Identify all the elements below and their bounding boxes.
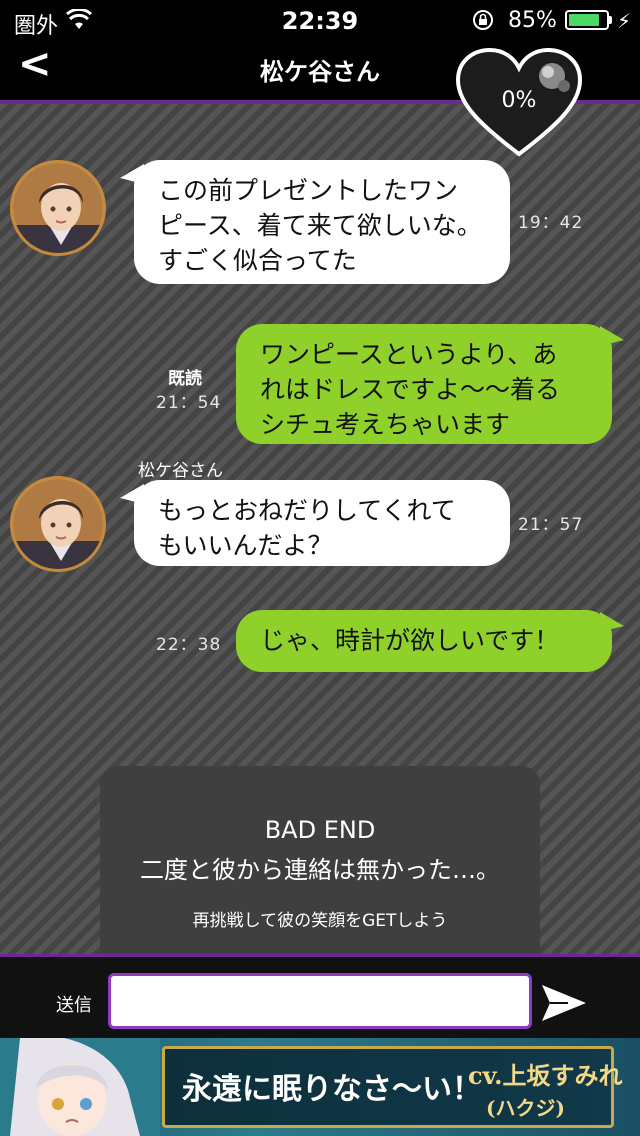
battery-percent: 85% [508, 8, 557, 33]
message-line: すごく似合ってた [158, 247, 357, 275]
avatar-image [13, 479, 103, 569]
send-arrow-icon[interactable] [538, 979, 590, 1027]
charging-icon: ⚡ [617, 9, 632, 33]
message-timestamp: 22：38 [156, 635, 222, 655]
status-bar: 圏外 22:39 85% ⚡ [0, 0, 640, 40]
message-timestamp: 21：57 [518, 515, 584, 535]
send-label: 送信 [56, 995, 92, 1016]
end-message: 二度と彼から連絡は無かった…。 [140, 856, 500, 884]
message-line: れはドレスですよ〜〜着る [260, 376, 561, 404]
rotation-lock-icon [473, 10, 493, 30]
message-line: この前プレゼントしたワン [158, 177, 459, 205]
battery-icon [565, 10, 609, 30]
bubble-tail [600, 612, 624, 632]
end-title: BAD END [264, 816, 376, 844]
message-bubble-outgoing[interactable]: じゃ、時計が欲しいです！ [236, 610, 612, 672]
message-bubble-incoming[interactable]: この前プレゼントしたワン ピース、着て来て欲しいな。 すごく似合ってた [134, 160, 510, 284]
message-input[interactable] [108, 973, 532, 1029]
message-line: ピース、着て来て欲しいな。 [158, 212, 482, 240]
ad-headline: 永遠に眠りなさ〜い！ [182, 1072, 482, 1107]
message-bubble-incoming[interactable]: もっとおねだりしてくれて もいいんだよ？ [134, 480, 510, 566]
message-line: じゃ、時計が欲しいです！ [260, 627, 560, 655]
message-line: ワンピースというより、あ [260, 341, 558, 369]
avatar[interactable] [10, 476, 106, 572]
chat-area[interactable]: この前プレゼントしたワン ピース、着て来て欲しいな。 すごく似合ってた 19：4… [0, 104, 640, 954]
avatar[interactable] [10, 160, 106, 256]
bubble-tail [600, 326, 624, 346]
ad-voice-credit: cv.上坂すみれ [468, 1061, 623, 1090]
message-line: シチュ考えちゃいます [260, 411, 511, 439]
ad-character-image [0, 1038, 160, 1136]
ad-character-name: (ハクジ) [486, 1096, 565, 1120]
read-receipt: 既読 [168, 369, 202, 389]
battery-cap [609, 16, 612, 24]
retry-hint[interactable]: 再挑戦して彼の笑顔をGETしよう [100, 906, 540, 931]
message-timestamp: 19：42 [518, 213, 584, 233]
message-input-bar: 送信 [0, 954, 640, 1038]
message-line: もいいんだよ？ [158, 532, 333, 560]
ad-banner[interactable]: 永遠に眠りなさ〜い！ cv.上坂すみれ (ハクジ) [0, 1038, 640, 1136]
sender-name: 松ケ谷さん [138, 461, 223, 481]
message-line: もっとおねだりしてくれて [158, 497, 456, 525]
message-bubble-outgoing[interactable]: ワンピースというより、あ れはドレスですよ〜〜着る シチュ考えちゃいます [236, 324, 612, 444]
bad-end-panel: BAD END 二度と彼から連絡は無かった…。 再挑戦して彼の笑顔をGETしよう [100, 766, 540, 954]
heart-percent: 0% [501, 88, 537, 113]
affection-heart-meter: 0% [452, 46, 586, 162]
battery-fill [569, 14, 599, 26]
avatar-image [13, 163, 103, 253]
message-timestamp: 21：54 [156, 393, 222, 413]
